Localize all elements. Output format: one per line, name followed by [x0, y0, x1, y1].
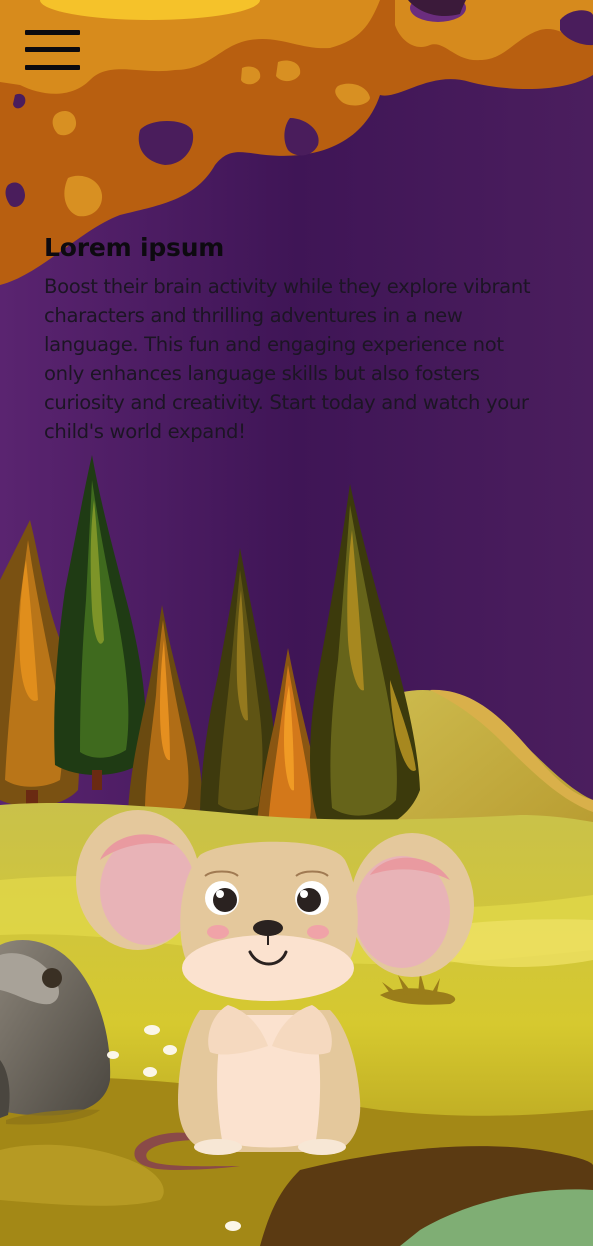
hamburger-menu-icon [25, 30, 80, 35]
menu-icon-bar [25, 47, 80, 52]
hamburger-menu-button[interactable] [22, 28, 82, 76]
forest-illustration [0, 0, 593, 1246]
app-screen: Lorem ipsum Boost their brain activity w… [0, 0, 593, 1246]
menu-icon-bar [25, 65, 80, 70]
intro-content: Lorem ipsum Boost their brain activity w… [44, 230, 544, 446]
intro-headline: Lorem ipsum [44, 233, 225, 262]
intro-description: Boost their brain activity while they ex… [44, 275, 531, 443]
